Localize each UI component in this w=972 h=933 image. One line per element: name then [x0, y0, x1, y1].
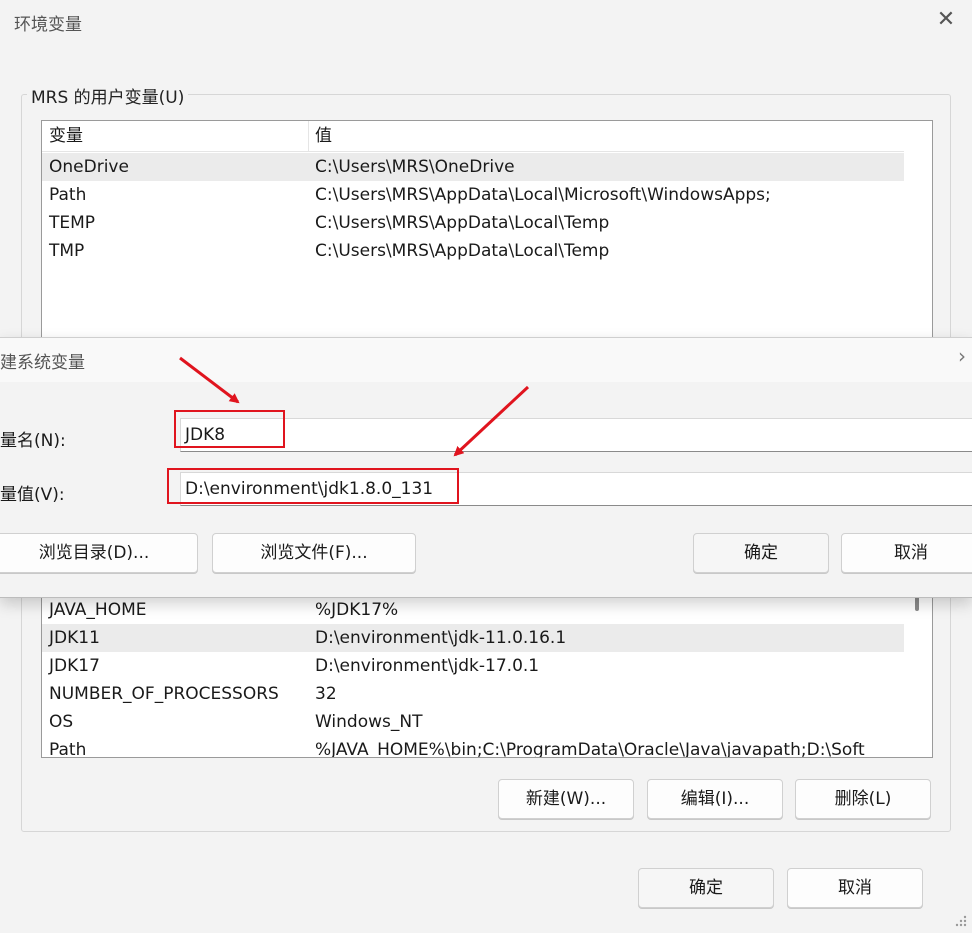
- variable-value: 32: [315, 684, 337, 704]
- system-variables-list[interactable]: JAVA_HOME %JDK17% JDK11 D:\environment\j…: [41, 590, 933, 758]
- variable-name: OS: [49, 712, 74, 732]
- new-variable-button[interactable]: 新建(W)...: [498, 779, 634, 819]
- variable-value: D:\environment\jdk-11.0.16.1: [315, 628, 567, 648]
- variable-name: OneDrive: [49, 157, 129, 177]
- variable-name: JDK17: [49, 656, 100, 676]
- table-row[interactable]: Path %JAVA_HOME%\bin;C:\ProgramData\Orac…: [42, 736, 904, 758]
- table-row[interactable]: NUMBER_OF_PROCESSORS 32: [42, 680, 904, 708]
- resize-grip-icon[interactable]: [950, 910, 968, 928]
- new-system-variable-dialog: 新建系统变量 › 变量名(N): JDK8 变量值(V): D:\environ…: [0, 337, 972, 598]
- ok-button[interactable]: 确定: [638, 868, 774, 908]
- close-icon[interactable]: ✕: [932, 6, 960, 34]
- user-variables-legend: MRS 的用户变量(U): [27, 83, 189, 108]
- variable-name-label: 变量名(N):: [0, 426, 66, 451]
- variable-value: C:\Users\MRS\AppData\Local\Temp: [315, 213, 610, 233]
- column-divider[interactable]: [308, 121, 309, 151]
- dialog-titlebar: [0, 338, 972, 382]
- variable-value-label-text: 变量值(V):: [0, 485, 65, 505]
- variable-name: JAVA_HOME: [49, 600, 147, 620]
- browse-directory-button[interactable]: 浏览目录(D)...: [0, 533, 198, 573]
- dialog-title: 新建系统变量: [0, 348, 85, 373]
- column-header-name[interactable]: 变量: [49, 121, 83, 151]
- list-header: 变量 值: [42, 121, 904, 152]
- edit-variable-button[interactable]: 编辑(I)...: [647, 779, 783, 819]
- variable-name: JDK11: [49, 628, 100, 648]
- variable-value: D:\environment\jdk-17.0.1: [315, 656, 540, 676]
- table-row[interactable]: TEMP C:\Users\MRS\AppData\Local\Temp: [42, 209, 904, 237]
- variable-value: C:\Users\MRS\AppData\Local\Microsoft\Win…: [315, 185, 771, 205]
- dialog-cancel-button[interactable]: 取消: [841, 533, 972, 573]
- variable-value: C:\Users\MRS\AppData\Local\Temp: [315, 241, 610, 261]
- variable-name: TEMP: [49, 213, 96, 233]
- variable-value: Windows_NT: [315, 712, 423, 732]
- highlight-box-value: [167, 468, 459, 504]
- variable-name: TMP: [49, 241, 85, 261]
- table-row[interactable]: Path C:\Users\MRS\AppData\Local\Microsof…: [42, 181, 904, 209]
- table-row[interactable]: JDK17 D:\environment\jdk-17.0.1: [42, 652, 904, 680]
- variable-value: %JDK17%: [315, 600, 399, 620]
- window-title: 环境变量: [14, 15, 82, 35]
- variable-value: C:\Users\MRS\OneDrive: [315, 157, 515, 177]
- delete-variable-button[interactable]: 删除(L): [795, 779, 931, 819]
- table-row[interactable]: JAVA_HOME %JDK17%: [42, 596, 904, 624]
- column-header-value[interactable]: 值: [315, 121, 332, 151]
- table-row[interactable]: OS Windows_NT: [42, 708, 904, 736]
- dialog-title-text: 新建系统变量: [0, 353, 85, 373]
- table-row[interactable]: TMP C:\Users\MRS\AppData\Local\Temp: [42, 237, 904, 265]
- variable-value: %JAVA_HOME%\bin;C:\ProgramData\Oracle\Ja…: [315, 740, 865, 758]
- dialog-ok-button[interactable]: 确定: [693, 533, 829, 573]
- variable-name-input[interactable]: JDK8: [180, 418, 972, 452]
- cancel-button[interactable]: 取消: [787, 868, 923, 908]
- variable-name-label-text: 变量名(N):: [0, 431, 66, 451]
- variable-value-label: 变量值(V):: [0, 480, 65, 505]
- table-row[interactable]: OneDrive C:\Users\MRS\OneDrive: [42, 153, 904, 181]
- highlight-box-name: [174, 410, 285, 448]
- chevron-right-icon[interactable]: ›: [958, 344, 966, 368]
- browse-file-button[interactable]: 浏览文件(F)...: [212, 533, 416, 573]
- variable-name: Path: [49, 740, 87, 758]
- variable-name: Path: [49, 185, 87, 205]
- variable-name: NUMBER_OF_PROCESSORS: [49, 684, 279, 704]
- table-row[interactable]: JDK11 D:\environment\jdk-11.0.16.1: [42, 624, 904, 652]
